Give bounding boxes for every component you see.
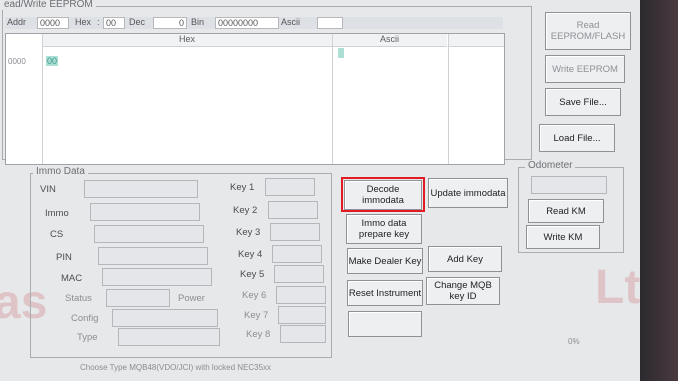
write-eeprom-label: Write EEPROM — [552, 63, 618, 75]
key-1-label: Key 1 — [230, 182, 255, 193]
update-immodata-label: Update immodata — [430, 187, 506, 199]
odometer-title: Odometer — [525, 160, 576, 171]
write-km-button[interactable]: Write KM — [526, 225, 600, 249]
save-file-label: Save File... — [559, 96, 607, 108]
immo-label: Immo — [45, 208, 69, 219]
key-3-label: Key 3 — [236, 227, 261, 238]
mac-label: MAC — [61, 273, 83, 284]
key-4-label: Key 4 — [238, 249, 263, 260]
pin-field[interactable] — [98, 247, 208, 265]
read-km-button[interactable]: Read KM — [528, 199, 604, 223]
value-toolbar: Addr 0000 Hex : 00 Dec 0 Bin 00000000 As… — [5, 17, 503, 29]
ascii-label: Ascii — [281, 17, 301, 27]
config-field[interactable] — [112, 309, 218, 327]
addr-field[interactable]: 0000 — [37, 17, 69, 29]
key-4-field[interactable] — [272, 245, 322, 263]
key-8-field[interactable] — [280, 325, 326, 343]
addr-label: Addr — [7, 17, 27, 27]
key-2-field[interactable] — [268, 201, 318, 219]
type-label: Type — [77, 332, 98, 343]
key-5-label: Key 5 — [240, 269, 265, 280]
add-key-label: Add Key — [447, 253, 483, 265]
key-5-field[interactable] — [274, 265, 324, 283]
key-6-label: Key 6 — [242, 290, 267, 301]
vin-field[interactable] — [84, 180, 198, 198]
immo-prepare-key-label: Immo data prepare key — [358, 218, 410, 240]
decode-highlight-box — [341, 177, 425, 212]
cs-label: CS — [50, 229, 64, 240]
immo-group-title: Immo Data — [33, 166, 88, 177]
grid-divider — [42, 34, 43, 164]
key-3-field[interactable] — [270, 223, 320, 241]
add-key-button[interactable]: Add Key — [428, 246, 502, 272]
type-field[interactable] — [118, 328, 220, 346]
write-km-label: Write KM — [543, 231, 583, 243]
pin-label: PIN — [56, 252, 72, 263]
dec-field[interactable]: 0 — [153, 17, 187, 29]
ascii-field[interactable] — [317, 17, 343, 29]
grid-divider — [332, 34, 333, 164]
ascii-column-header: Ascii — [332, 34, 447, 47]
read-km-label: Read KM — [546, 205, 586, 217]
hex-label: Hex — [75, 17, 92, 27]
cs-field[interactable] — [94, 225, 204, 243]
eeprom-editor-group: ead/Write EEPROM Addr 0000 Hex : 00 Dec … — [1, 0, 532, 165]
hex-column-header: Hex — [42, 34, 332, 47]
immo-field[interactable] — [90, 203, 200, 221]
load-file-button[interactable]: Load File... — [539, 124, 615, 152]
config-label: Config — [71, 313, 99, 324]
watermark-right: Lt — [595, 261, 640, 314]
load-file-label: Load File... — [553, 132, 601, 144]
key-2-label: Key 2 — [233, 205, 258, 216]
dec-label: Dec — [129, 17, 146, 27]
monitor-bezel — [640, 0, 678, 381]
key-6-field[interactable] — [276, 286, 326, 304]
selected-byte[interactable]: 00 — [46, 56, 59, 66]
screen: as Lt ead/Write EEPROM Addr 0000 Hex : 0… — [0, 0, 640, 381]
hex-grid[interactable]: Hex Ascii 0000 00 — [5, 33, 505, 165]
immo-prepare-key-button[interactable]: Immo data prepare key — [346, 214, 422, 244]
key-8-label: Key 8 — [246, 329, 271, 340]
empty-button[interactable] — [348, 311, 422, 337]
bin-label: Bin — [191, 17, 205, 27]
odometer-field[interactable] — [531, 176, 607, 194]
bin-field[interactable]: 00000000 — [215, 17, 279, 29]
extra-column-header — [448, 34, 504, 47]
status-bar-text: Choose Type MQB48(VDO/JCI) with locked N… — [80, 363, 272, 372]
status-label: Status — [65, 293, 92, 304]
row-address: 0000 — [8, 57, 26, 66]
read-eeprom-button[interactable]: Read EEPROM/FLASH — [545, 12, 631, 50]
update-immodata-button[interactable]: Update immodata — [428, 178, 508, 208]
read-eeprom-label: Read EEPROM/FLASH — [550, 20, 626, 42]
write-eeprom-button[interactable]: Write EEPROM — [545, 55, 625, 83]
vin-label: VIN — [40, 184, 56, 195]
hex-colon: : — [97, 17, 100, 27]
make-dealer-key-label: Make Dealer Key — [348, 255, 422, 267]
status-field[interactable] — [106, 289, 170, 307]
make-dealer-key-button[interactable]: Make Dealer Key — [347, 248, 423, 274]
progress-percent: 0% — [568, 337, 580, 346]
reset-instrument-button[interactable]: Reset Instrument — [347, 280, 423, 306]
reset-instrument-label: Reset Instrument — [348, 287, 422, 299]
grid-divider — [448, 34, 449, 164]
mac-field[interactable] — [102, 268, 212, 286]
save-file-button[interactable]: Save File... — [545, 88, 621, 116]
window-title: ead/Write EEPROM — [1, 0, 96, 10]
power-label: Power — [178, 293, 205, 304]
key-7-label: Key 7 — [244, 310, 269, 321]
hex-field[interactable]: 00 — [103, 17, 125, 29]
key-1-field[interactable] — [265, 178, 315, 196]
change-mqb-key-id-button[interactable]: Change MQB key ID — [426, 277, 500, 305]
ascii-cursor[interactable] — [338, 48, 344, 58]
change-mqb-key-id-label: Change MQB key ID — [434, 280, 492, 302]
key-7-field[interactable] — [278, 306, 326, 324]
